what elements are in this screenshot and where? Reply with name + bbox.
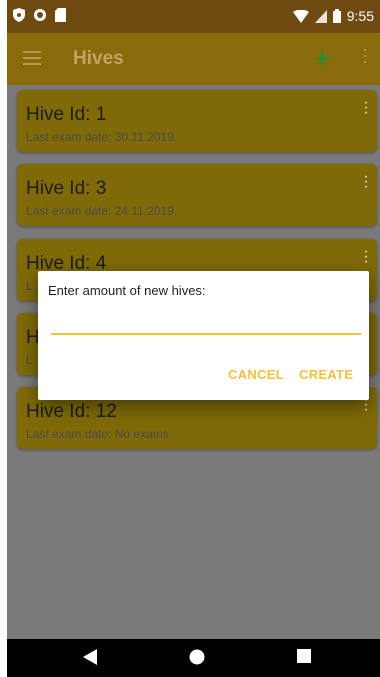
recents-icon[interactable] bbox=[297, 649, 311, 663]
status-right-icons: 9:55 bbox=[292, 8, 374, 24]
create-button[interactable]: CREATE bbox=[299, 367, 353, 382]
navigation-bar bbox=[7, 639, 380, 677]
dialog-title: Enter amount of new hives: bbox=[48, 283, 206, 298]
more-vertical-icon[interactable]: ··· bbox=[363, 169, 369, 195]
wifi-icon bbox=[292, 9, 309, 23]
hive-card[interactable]: Hive Id: 1 Last exam date: 30.11.2019. ·… bbox=[17, 90, 377, 152]
shield-icon bbox=[13, 8, 25, 22]
hive-id-label: Hive Id: 1 bbox=[26, 104, 107, 125]
more-vertical-icon[interactable]: ··· bbox=[363, 244, 369, 270]
cancel-button[interactable]: CANCEL bbox=[228, 367, 284, 382]
more-vertical-icon[interactable]: ··· bbox=[363, 95, 369, 121]
exam-date-label: Last exam date: No exams bbox=[26, 427, 169, 441]
status-left-icons bbox=[13, 8, 66, 22]
page-title: Hives bbox=[73, 48, 124, 69]
signal-icon bbox=[314, 9, 327, 23]
app-bar: Hives + · · · bbox=[7, 33, 380, 85]
status-bar: 9:55 bbox=[7, 0, 380, 33]
exam-date-label: Last exam date: 30.11.2019. bbox=[26, 130, 178, 144]
hive-id-label: Hive Id: 3 bbox=[26, 178, 107, 199]
add-icon[interactable]: + bbox=[315, 45, 330, 71]
status-time: 9:55 bbox=[346, 8, 374, 24]
new-hives-dialog: Enter amount of new hives: CANCEL CREATE bbox=[38, 271, 369, 400]
hive-amount-input[interactable] bbox=[51, 311, 361, 335]
hamburger-menu-icon[interactable] bbox=[23, 51, 41, 65]
exam-date-label: Last exam date: 24.11.2019. bbox=[26, 204, 178, 218]
exam-date-label: L bbox=[26, 279, 33, 293]
more-vertical-icon[interactable]: ··· bbox=[362, 40, 368, 70]
hive-card[interactable]: Hive Id: 3 Last exam date: 24.11.2019. ·… bbox=[17, 164, 377, 226]
device-screen: 9:55 Hives + · · · Hive Id: 1 Last exam da… bbox=[7, 0, 380, 677]
sd-card-icon bbox=[55, 8, 66, 22]
hive-id-label: Hive Id: 12 bbox=[26, 401, 117, 422]
battery-icon bbox=[332, 9, 341, 23]
home-icon[interactable] bbox=[189, 649, 205, 665]
back-icon[interactable] bbox=[83, 649, 97, 665]
exam-date-label: L bbox=[26, 353, 33, 367]
record-icon bbox=[34, 9, 46, 21]
